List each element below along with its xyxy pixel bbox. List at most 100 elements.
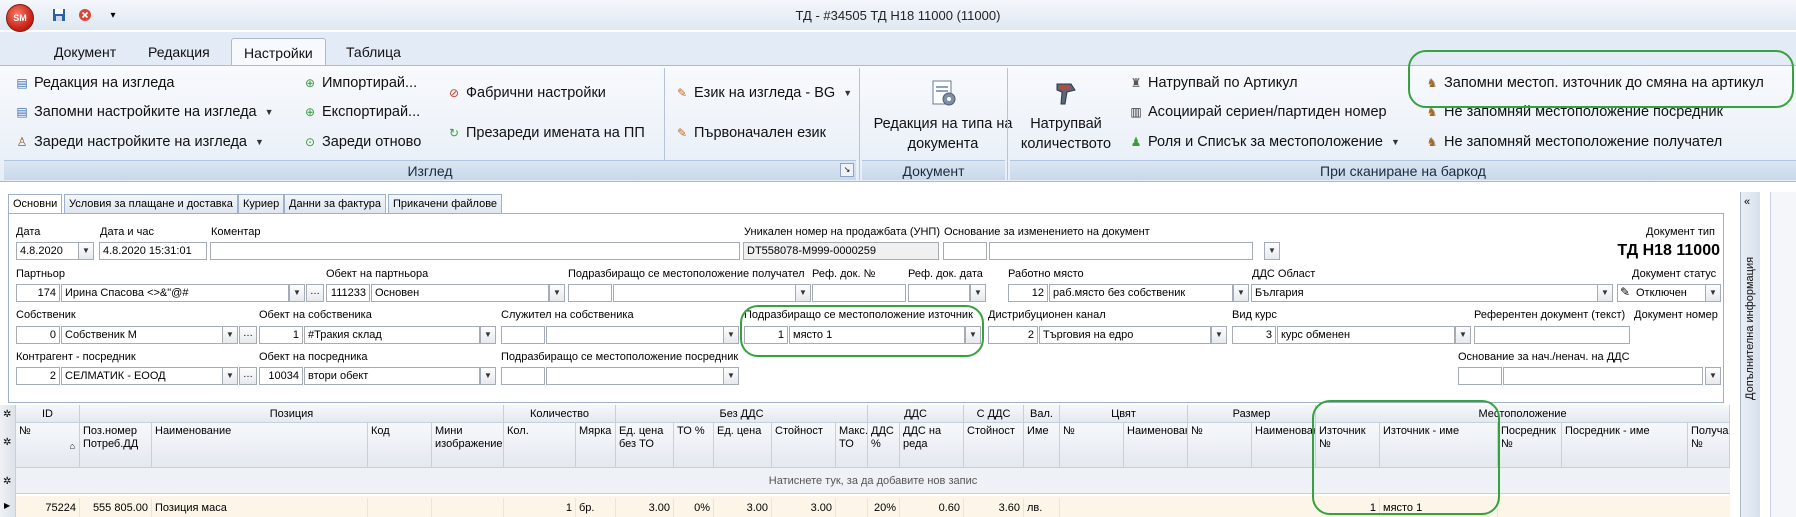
chevron-down-icon[interactable]: ▼ <box>1705 284 1721 302</box>
col-header-vat-row[interactable]: ДДС на реда <box>900 423 964 468</box>
collapse-icon[interactable]: « <box>1744 196 1750 208</box>
ref-doc-text-field[interactable] <box>1474 326 1630 344</box>
tab-edit[interactable]: Редакция <box>136 38 222 66</box>
workplace-name-field[interactable]: раб.място без собственик <box>1049 284 1233 302</box>
cell-code[interactable] <box>368 498 432 517</box>
chevron-down-icon[interactable]: ▼ <box>289 284 305 302</box>
intermediary-object-name-field[interactable]: втори обект <box>304 367 480 385</box>
col-header-no[interactable]: № ⌂ <box>16 423 80 468</box>
workplace-id-field[interactable]: 12 <box>1008 284 1048 302</box>
cell-to-pct[interactable]: 0% <box>674 498 714 517</box>
col-header-unit-price-no-to[interactable]: Ед. цена без ТО <box>616 423 674 468</box>
cell-unit-price-no-to[interactable]: 3.00 <box>616 498 674 517</box>
col-header-intermediary-name[interactable]: Посредник - име <box>1562 423 1688 468</box>
col-header-vat-pct[interactable]: ДДС % <box>868 423 900 468</box>
chevron-down-icon[interactable]: ▼ <box>1211 326 1227 344</box>
factory-settings-button[interactable]: ⊘ Фабрични настройки <box>446 82 606 104</box>
cell-unit-price[interactable]: 3.00 <box>714 498 772 517</box>
change-reason-code-field[interactable] <box>943 242 987 260</box>
tab-table[interactable]: Таблица <box>334 38 413 66</box>
unp-field[interactable]: DT558078-M999-0000259 <box>743 242 939 260</box>
dist-channel-id-field[interactable]: 2 <box>988 326 1038 344</box>
reload-names-button[interactable]: ↻ Презареди имената на ПП <box>446 122 645 144</box>
col-header-unit-price[interactable]: Ед. цена <box>714 423 772 468</box>
tab-document[interactable]: Документ <box>42 38 128 66</box>
side-panel-label[interactable]: Допълнителна информация <box>1744 220 1758 400</box>
col-header-color-no[interactable]: № <box>1060 423 1124 468</box>
cell-qty[interactable]: 1 <box>504 498 576 517</box>
col-header-code[interactable]: Код <box>368 423 432 468</box>
col-header-intermediary-no[interactable]: Посредник № <box>1498 423 1562 468</box>
doc-status-field[interactable]: Отключен <box>1617 284 1707 302</box>
stack-quantity-button[interactable]: Натрупвай количеството <box>1012 76 1120 154</box>
no-remember-recipient-button[interactable]: ♞ Не запомняй местоположение получател <box>1424 131 1723 153</box>
intermediary-object-id-field[interactable]: 10034 <box>259 367 303 385</box>
col-header-max-to[interactable]: Макс. ТО <box>836 423 868 468</box>
load-view-settings-button[interactable]: ♙ Зареди настройките на изгледа ▼ <box>14 131 264 153</box>
role-location-list-button[interactable]: ♟ Роля и Списък за местоположение ▼ <box>1128 131 1400 153</box>
grid-filter-icon[interactable]: ✲ <box>3 437 11 448</box>
intermediary-location-name-field[interactable] <box>546 367 726 385</box>
edit-doc-type-button[interactable]: Редакция на типа на документа <box>868 76 1018 154</box>
tab-settings[interactable]: Настройки <box>231 38 326 66</box>
rate-type-name-field[interactable]: курс обменен <box>1277 326 1455 344</box>
intermediary-location-id-field[interactable] <box>501 367 545 385</box>
ref-doc-no-field[interactable] <box>812 284 906 302</box>
chevron-down-icon[interactable]: ▼ <box>1233 284 1249 302</box>
change-reason-field[interactable] <box>989 242 1253 260</box>
dist-channel-name-field[interactable]: Търговия на едро <box>1039 326 1211 344</box>
date-field[interactable]: 4.8.2020 <box>16 242 80 260</box>
chevron-down-icon[interactable]: ▼ <box>222 367 238 385</box>
cell-pos[interactable]: 555 805.00 <box>80 498 152 517</box>
col-header-qty[interactable]: Кол. <box>504 423 576 468</box>
comment-field[interactable] <box>210 242 740 260</box>
chevron-down-icon[interactable]: ▼ <box>222 326 238 344</box>
cell-value-vat[interactable]: 3.60 <box>964 498 1024 517</box>
more-icon[interactable]: … <box>239 367 257 385</box>
grid-menu-icon[interactable]: ✲ <box>3 409 11 420</box>
cell-id[interactable]: 75224 <box>16 498 80 517</box>
assoc-serial-button[interactable]: ▥ Асоциирай сериен/партиден номер <box>1128 101 1386 123</box>
vat-area-field[interactable]: България <box>1251 284 1613 302</box>
vat-reason-field[interactable] <box>1503 367 1703 385</box>
chevron-down-icon[interactable]: ▼ <box>1705 367 1721 385</box>
col-header-currency-name[interactable]: Име <box>1024 423 1060 468</box>
chevron-down-icon[interactable]: ▼ <box>1455 326 1471 344</box>
col-header-name[interactable]: Наименование <box>152 423 368 468</box>
dest-location-name-field[interactable] <box>613 284 799 302</box>
dest-location-id-field[interactable] <box>568 284 612 302</box>
cell-currency[interactable]: лв. <box>1024 498 1060 517</box>
chevron-down-icon[interactable]: ▼ <box>549 284 565 302</box>
chevron-down-icon[interactable]: ▼ <box>723 367 739 385</box>
cell-mini-image[interactable] <box>432 498 504 517</box>
intermediary-name-field[interactable]: СЕЛМАТИК - ЕООД <box>61 367 223 385</box>
owner-employee-id-field[interactable] <box>501 326 545 344</box>
owner-id-field[interactable]: 0 <box>16 326 60 344</box>
partner-object-name-field[interactable]: Основен <box>371 284 549 302</box>
col-header-color-name[interactable]: Наименование <box>1124 423 1188 468</box>
ref-doc-date-field[interactable] <box>908 284 970 302</box>
export-button[interactable]: ⊕ Експортирай... <box>302 101 420 123</box>
more-icon[interactable]: … <box>239 326 257 344</box>
cell-vat-row[interactable]: 0.60 <box>900 498 964 517</box>
col-header-value[interactable]: Стойност <box>772 423 836 468</box>
col-header-mini-image[interactable]: Мини изображение <box>432 423 504 468</box>
intermediary-id-field[interactable]: 2 <box>16 367 60 385</box>
chevron-down-icon[interactable]: ▼ <box>723 326 739 344</box>
col-header-unit[interactable]: Мярка <box>576 423 616 468</box>
owner-object-id-field[interactable]: 1 <box>259 326 303 344</box>
col-header-size-name[interactable]: Наименование <box>1252 423 1316 468</box>
col-header-size-no[interactable]: № <box>1188 423 1252 468</box>
col-header-to-pct[interactable]: ТО % <box>674 423 714 468</box>
edit-view-button[interactable]: ▤ Редакция на изгледа <box>14 72 174 94</box>
vat-reason-code-field[interactable] <box>1458 367 1502 385</box>
chevron-down-icon[interactable]: ▼ <box>1264 242 1280 260</box>
owner-name-field[interactable]: Собственик М <box>61 326 223 344</box>
stack-by-article-button[interactable]: ♜ Натрупвай по Артикул <box>1128 72 1298 94</box>
doctab-payment-delivery[interactable]: Условия за плащане и доставка <box>64 194 238 214</box>
owner-employee-name-field[interactable] <box>546 326 726 344</box>
chevron-down-icon[interactable]: ▼ <box>78 242 94 260</box>
original-language-button[interactable]: ✎ Първоначален език <box>674 122 826 144</box>
reload-button[interactable]: ⊙ Зареди отново <box>302 131 421 153</box>
datetime-field[interactable]: 4.8.2020 15:31:01 <box>99 242 207 260</box>
